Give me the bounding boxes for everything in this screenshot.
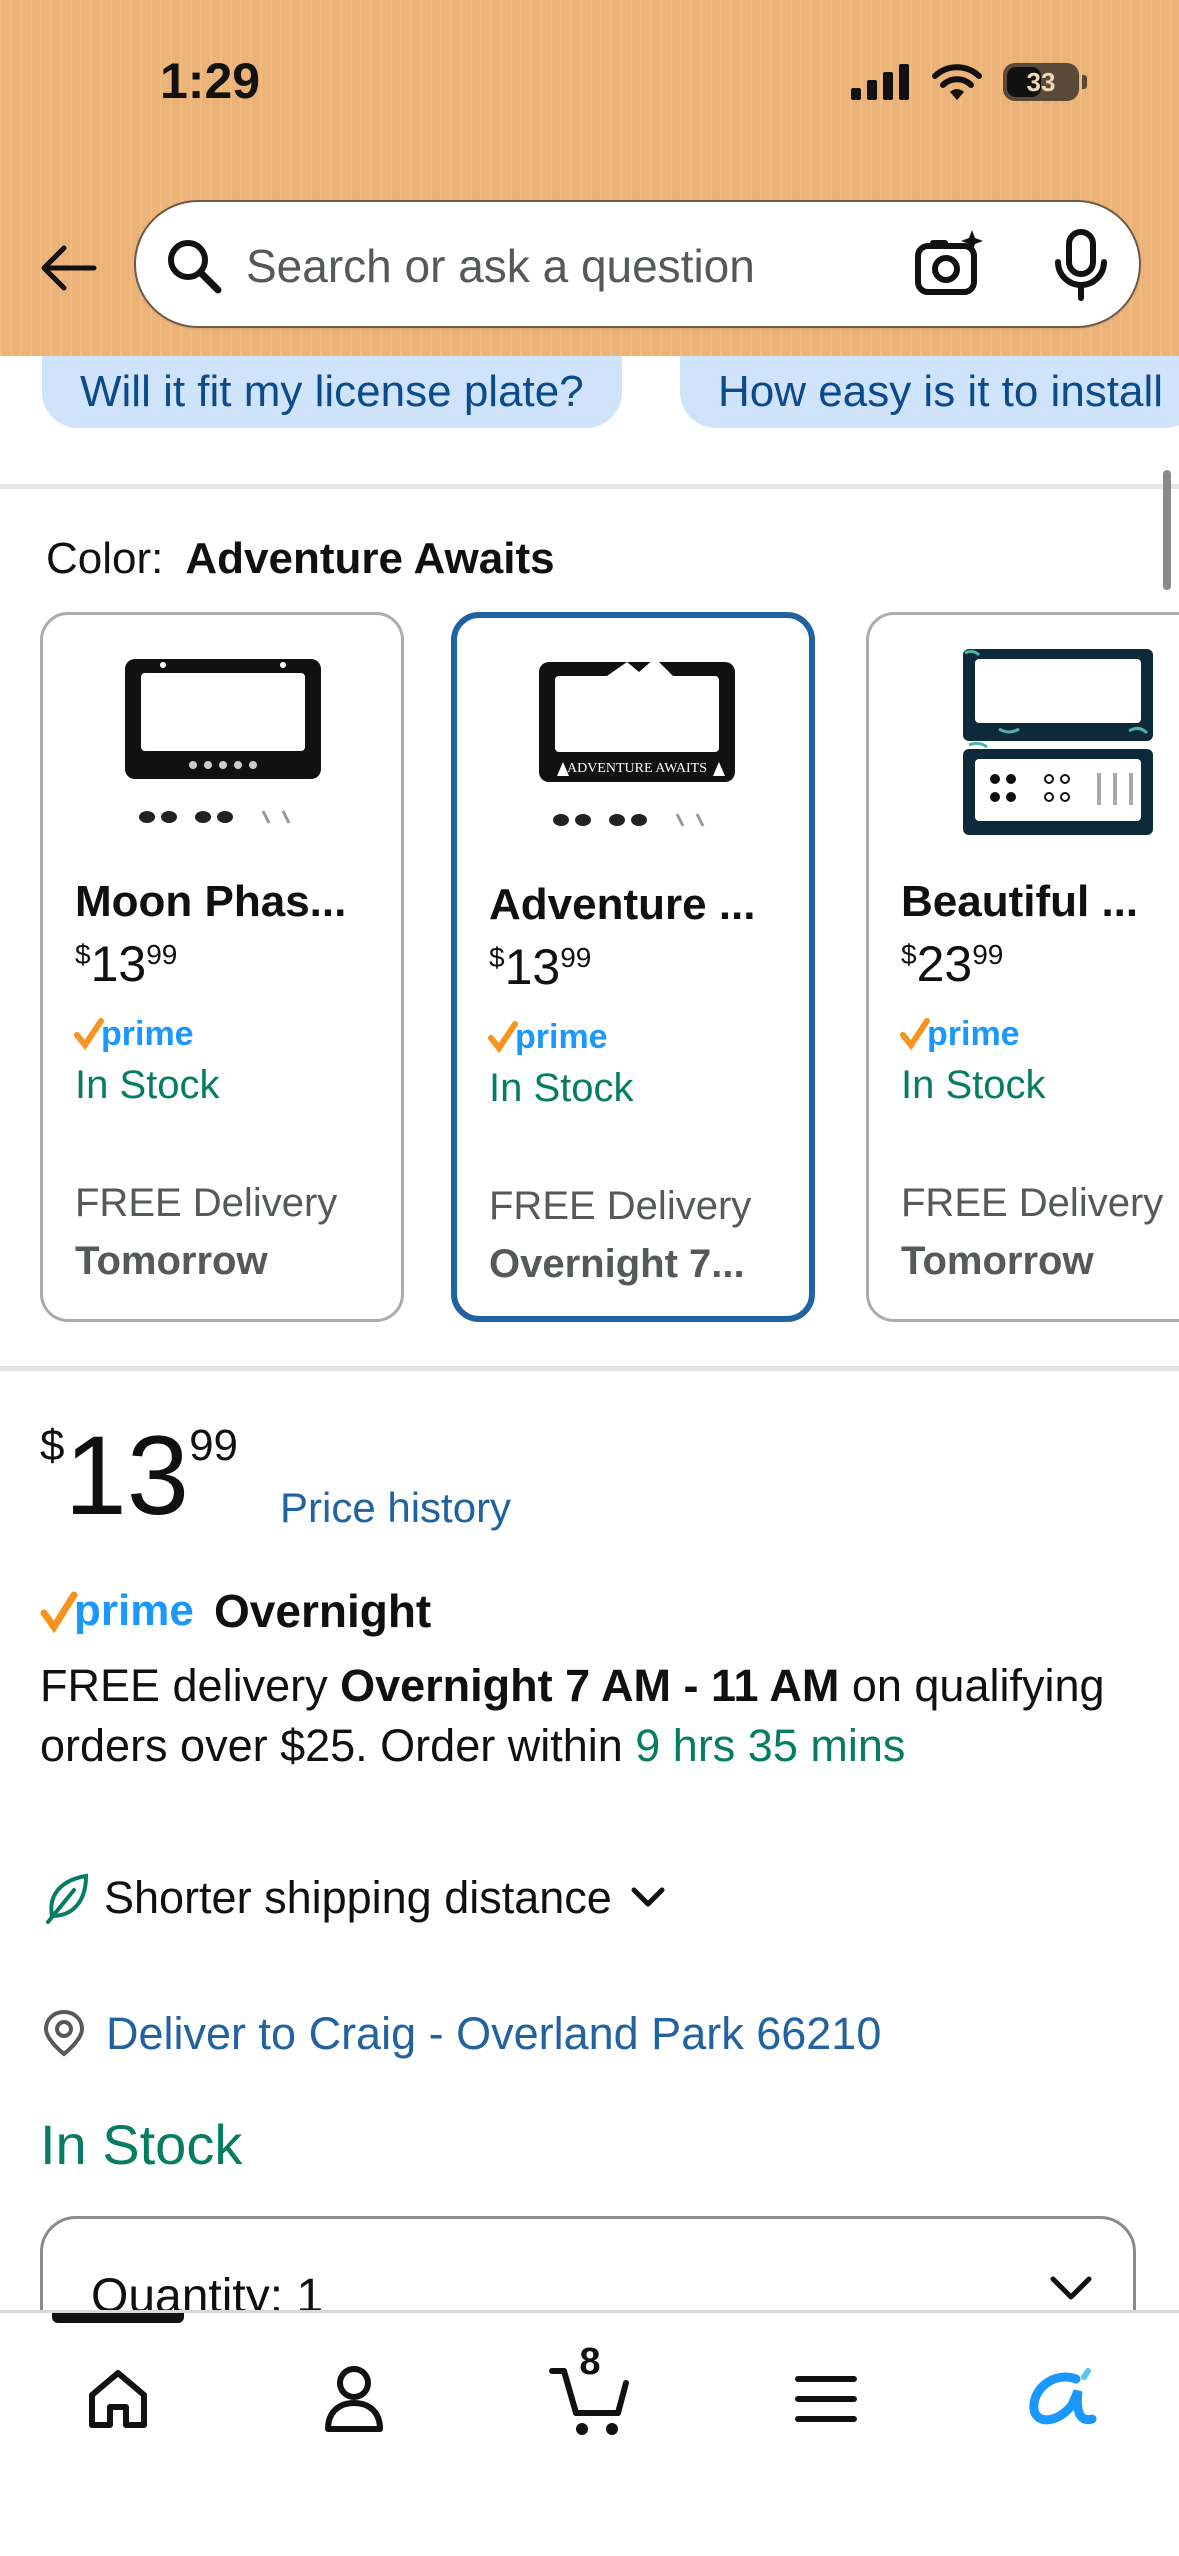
camera-icon[interactable]	[912, 228, 988, 304]
location-pin-icon	[43, 2009, 85, 2057]
variant-price: $1399	[489, 939, 592, 995]
leaf-icon	[46, 1873, 89, 1924]
variant-card-moon-phase[interactable]: Moon Phas... $1399 prime In Stock FREE D…	[40, 612, 404, 1322]
variant-price: $1399	[75, 936, 178, 992]
chip-install[interactable]: How easy is it to install	[680, 356, 1179, 428]
deliver-to-location[interactable]: Deliver to Craig - Overland Park 66210	[40, 2008, 881, 2060]
variant-delivery-when: Tomorrow	[901, 1239, 1094, 1283]
bottom-navigation: 8	[0, 2310, 1179, 2556]
variant-stock: In Stock	[75, 1063, 220, 1107]
color-value: Adventure Awaits	[185, 534, 555, 583]
header: 1:29 33	[0, 0, 1179, 356]
shorter-shipping-toggle[interactable]: Shorter shipping distance	[44, 1872, 666, 1924]
svg-text:prime: prime	[515, 1018, 608, 1056]
variant-delivery-label: FREE Delivery	[489, 1184, 752, 1228]
prime-logo-icon: prime	[900, 1015, 1020, 1053]
price-history-link[interactable]: Price history	[280, 1484, 511, 1532]
nav-account[interactable]	[304, 2349, 404, 2449]
svg-text:prime: prime	[101, 1015, 194, 1053]
delivery-countdown: 9 hrs 35 mins	[635, 1720, 906, 1771]
variant-stock: In Stock	[901, 1063, 1046, 1107]
status-icons: 33	[851, 62, 1087, 102]
search-bar[interactable]	[134, 200, 1141, 328]
variant-thumbnail	[963, 649, 1153, 835]
search-icon	[168, 240, 222, 294]
prime-logo-icon: prime	[488, 1018, 608, 1056]
rufus-assistant-icon	[1029, 2368, 1097, 2425]
svg-text:prime: prime	[927, 1015, 1020, 1053]
back-arrow-icon	[41, 245, 97, 291]
variant-thumbnail	[125, 659, 321, 824]
back-button[interactable]	[32, 232, 104, 304]
color-selection-label: Color: Adventure Awaits	[46, 534, 555, 584]
home-icon	[89, 2370, 147, 2428]
variant-card-adventure-awaits[interactable]: ADVENTURE AWAITS Adventure ... $1399 pri…	[451, 612, 815, 1322]
signal-icon	[851, 64, 909, 100]
variant-delivery-label: FREE Delivery	[901, 1181, 1164, 1225]
variant-name: Moon Phas...	[75, 877, 347, 926]
battery-icon: 33	[1003, 63, 1087, 101]
svg-text:prime: prime	[74, 1586, 194, 1635]
prime-logo-icon: prime	[40, 1586, 194, 1635]
variant-card-beautiful[interactable]: Beautiful ... $2399 prime In Stock FREE …	[866, 612, 1179, 1322]
delivery-message: FREE delivery Overnight 7 AM - 11 AM on …	[40, 1660, 1105, 1771]
nav-rufus[interactable]	[1012, 2349, 1112, 2449]
prime-logo-icon: prime	[74, 1015, 194, 1053]
microphone-icon[interactable]	[1046, 228, 1116, 304]
deliver-to-label: Deliver to Craig - Overland Park 66210	[106, 2008, 882, 2059]
product-price: $1399	[40, 1413, 239, 1538]
scroll-indicator	[1163, 470, 1171, 590]
section-divider	[0, 1366, 1179, 1371]
menu-icon	[795, 2376, 857, 2422]
variant-thumbnail: ADVENTURE AWAITS	[539, 658, 735, 827]
nav-menu[interactable]	[776, 2349, 876, 2449]
variant-stock: In Stock	[489, 1066, 634, 1110]
wifi-icon	[932, 64, 982, 100]
variant-name: Beautiful ...	[901, 877, 1139, 926]
search-input[interactable]	[246, 232, 886, 300]
active-tab-indicator	[52, 2313, 184, 2323]
variant-delivery-when: Overnight 7...	[489, 1242, 745, 1286]
variant-delivery-label: FREE Delivery	[75, 1181, 338, 1225]
variant-name: Adventure ...	[489, 880, 756, 929]
nav-home[interactable]	[68, 2349, 168, 2449]
availability-status: In Stock	[40, 2113, 243, 2176]
variant-price: $2399	[901, 936, 1004, 992]
prime-overnight: prime Overnight	[40, 1584, 431, 1638]
cart-count: 8	[579, 2341, 601, 2383]
person-icon	[325, 2366, 383, 2432]
color-label-text: Color:	[46, 534, 164, 583]
svg-text:ADVENTURE AWAITS: ADVENTURE AWAITS	[567, 761, 707, 776]
chevron-down-icon	[631, 1887, 665, 1907]
status-time: 1:29	[160, 53, 261, 109]
shorter-shipping-label: Shorter shipping distance	[104, 1872, 612, 1923]
chip-license-plate[interactable]: Will it fit my license plate?	[42, 356, 622, 428]
battery-level: 33	[1026, 67, 1056, 97]
prime-service: Overnight	[214, 1585, 432, 1637]
nav-cart[interactable]: 8	[540, 2341, 640, 2449]
section-divider	[0, 484, 1179, 489]
question-chips: Will it fit my license plate? How easy i…	[0, 356, 1179, 432]
chevron-down-icon	[1050, 2276, 1092, 2300]
variant-delivery-when: Tomorrow	[75, 1239, 268, 1283]
